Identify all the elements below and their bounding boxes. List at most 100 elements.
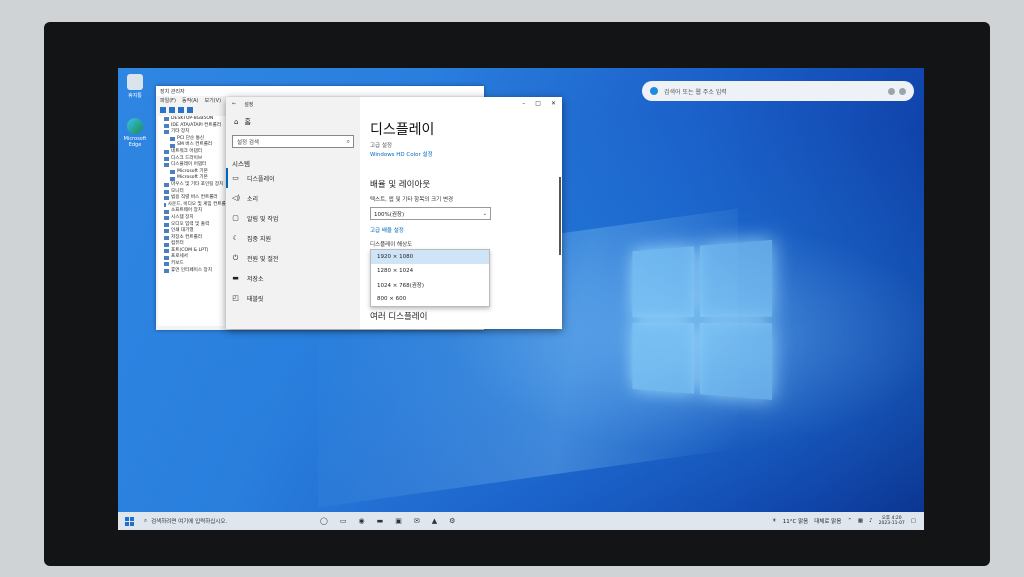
device-icon: [164, 255, 169, 260]
device-icon: [164, 249, 169, 254]
nav-item-storage[interactable]: ▬ 저장소: [226, 268, 360, 288]
desktop-search-widget[interactable]: 검색어 또는 웹 주소 입력: [642, 81, 914, 101]
window-controls: – □ ✕: [522, 100, 556, 107]
search-icon: ⌕: [144, 517, 148, 524]
taskbar-search-box[interactable]: ⌕ 검색하려면 여기에 입력하십시오.: [140, 512, 294, 530]
device-icon: [164, 196, 169, 201]
resolution-option[interactable]: 1024 × 768(권장): [371, 278, 489, 292]
device-manager-taskbar-icon[interactable]: ▲: [432, 517, 437, 525]
widgets-icon[interactable]: ▭: [340, 517, 347, 525]
device-tree-item[interactable]: 범용 직렬 버스 컨트롤러: [160, 195, 230, 202]
device-tree-item[interactable]: 시스템 장치: [160, 215, 230, 222]
menu-file[interactable]: 파일(F): [160, 97, 176, 104]
chevron-down-icon: ⌄: [482, 210, 487, 217]
device-tree-item[interactable]: 기타 장치: [160, 129, 230, 136]
device-icon: [164, 117, 169, 122]
task-view-icon[interactable]: ◯: [320, 517, 328, 525]
device-tree-item[interactable]: Microsoft 기본: [160, 175, 230, 182]
maximize-icon[interactable]: □: [535, 100, 541, 107]
nav-item-notification[interactable]: ▢ 알림 및 작업: [226, 208, 360, 228]
monitor-icon: ▭: [232, 174, 239, 182]
moon-icon: ☾: [232, 234, 239, 242]
menu-view[interactable]: 보기(V): [205, 97, 222, 104]
device-tree-item[interactable]: 마우스 및 기타 포인팅 장치: [160, 182, 230, 189]
wallpaper-windows-logo: [632, 239, 773, 402]
settings-window[interactable]: ← 설정 ⌂ 홈 설정 검색 ⌕ 시스템 ▭ 디스플레이 ◁) 소리 ▢ 알림 및 작업 ☾…: [226, 97, 562, 329]
nav-item-power[interactable]: ⏻ 전원 및 절전: [226, 248, 360, 268]
settings-icon[interactable]: [899, 87, 906, 95]
settings-category-title: 시스템: [232, 160, 250, 168]
resolution-label: 디스플레이 해상도: [370, 242, 413, 248]
home-icon: ⌂: [234, 118, 239, 126]
settings-titlebar[interactable]: ← 설정: [226, 97, 360, 111]
device-icon: [164, 183, 169, 188]
system-tray: ☀ 11°C 맑음 대체로 맑음 ⌃ ▦ ♪ 오후 4:20 2023-11-0…: [772, 516, 924, 527]
device-icon: [164, 216, 169, 221]
edge-desktop-icon[interactable]: Microsoft Edge: [120, 118, 150, 148]
device-tree[interactable]: DESKTOP-8GB5ON IDE ATA/ATAPI 컨트롤러 기타 장치 PCI…: [158, 116, 230, 326]
device-tree-item[interactable]: DESKTOP-8GB5ON: [160, 116, 230, 123]
help-icon[interactable]: [187, 107, 193, 113]
device-tree-item[interactable]: 디스플레이 어댑터: [160, 162, 230, 169]
nav-item-moon[interactable]: ☾ 집중 지원: [226, 228, 360, 248]
settings-home-link[interactable]: ⌂ 홈: [226, 111, 360, 127]
store-icon[interactable]: ▣: [395, 517, 402, 525]
recycle-bin-desktop-icon[interactable]: 휴지통: [120, 74, 150, 99]
forward-icon[interactable]: [169, 107, 175, 113]
recycle-bin-icon: [127, 74, 143, 90]
clock[interactable]: 오후 4:20 2023-11-07: [879, 516, 905, 527]
properties-icon[interactable]: [178, 107, 184, 113]
multiple-displays-title: 여러 디스플레이: [370, 312, 428, 322]
network-icon[interactable]: ▦: [858, 518, 863, 524]
device-icon: [164, 189, 169, 194]
settings-search-input[interactable]: 설정 검색 ⌕: [232, 135, 354, 148]
chevron-up-icon[interactable]: ⌃: [847, 518, 852, 524]
device-manager-titlebar[interactable]: 장치 관리자: [156, 86, 484, 96]
back-icon[interactable]: [160, 107, 166, 113]
device-icon: [164, 209, 169, 214]
mail-icon[interactable]: ✉: [414, 517, 420, 525]
edge-icon: [127, 118, 143, 134]
device-tree-item[interactable]: 휴먼 인터페이스 장치: [160, 268, 230, 275]
color-subheading: 고급 설정: [370, 143, 392, 149]
settings-gear-icon[interactable]: ⚙: [449, 517, 455, 525]
file-explorer-icon[interactable]: ▬: [377, 517, 384, 525]
back-arrow-icon[interactable]: ←: [232, 101, 236, 107]
device-icon: [164, 156, 169, 161]
device-tree-item[interactable]: 키보드: [160, 261, 230, 268]
device-tree-item[interactable]: 네트워크 어댑터: [160, 149, 230, 156]
resolution-option[interactable]: 1920 × 1080: [371, 250, 489, 264]
weather-icon[interactable]: ☀: [772, 518, 777, 524]
device-tree-item[interactable]: 소프트웨어 장치: [160, 208, 230, 215]
scale-dropdown[interactable]: 100%(권장) ⌄: [370, 207, 491, 220]
minimize-icon[interactable]: –: [522, 100, 525, 107]
mic-icon[interactable]: [888, 87, 895, 95]
settings-nav-pane: ← 설정 ⌂ 홈 설정 검색 ⌕ 시스템 ▭ 디스플레이 ◁) 소리 ▢ 알림 및 작업 ☾…: [226, 97, 360, 329]
weather-text[interactable]: 11°C 맑음: [783, 517, 808, 525]
device-icon: [170, 143, 175, 148]
scale-label: 텍스트, 앱 및 기타 항목의 크기 변경: [370, 197, 454, 203]
nav-item-speaker[interactable]: ◁) 소리: [226, 188, 360, 208]
hd-color-link[interactable]: Windows HD Color 설정: [370, 150, 433, 158]
device-tree-item[interactable]: SM 버스 컨트롤러: [160, 142, 230, 149]
scrollbar[interactable]: [559, 177, 561, 255]
menu-action[interactable]: 동작(A): [182, 97, 199, 104]
device-tree-item[interactable]: 인쇄 대기열: [160, 228, 230, 235]
nav-item-monitor[interactable]: ▭ 디스플레이: [226, 168, 360, 188]
resolution-option[interactable]: 1280 × 1024: [371, 264, 489, 278]
notification-icon[interactable]: ▢: [911, 518, 916, 524]
storage-icon: ▬: [232, 274, 239, 282]
power-icon: ⏻: [232, 253, 239, 262]
device-tree-item[interactable]: 컴퓨터: [160, 241, 230, 248]
notification-icon: ▢: [232, 214, 239, 222]
device-icon: [164, 222, 169, 227]
volume-icon[interactable]: ♪: [869, 518, 873, 524]
start-button[interactable]: [118, 516, 140, 526]
advanced-scaling-link[interactable]: 고급 배율 설정: [370, 226, 404, 234]
resolution-option[interactable]: 800 × 600: [371, 292, 489, 306]
nav-item-tablet[interactable]: ◰ 태블릿: [226, 288, 360, 308]
resolution-dropdown-list[interactable]: 1920 × 1080 1280 × 1024 1024 × 768(권장) 800 …: [370, 249, 490, 307]
edge-icon[interactable]: ◉: [358, 517, 364, 525]
close-icon[interactable]: ✕: [551, 100, 556, 107]
device-icon: [164, 235, 169, 240]
